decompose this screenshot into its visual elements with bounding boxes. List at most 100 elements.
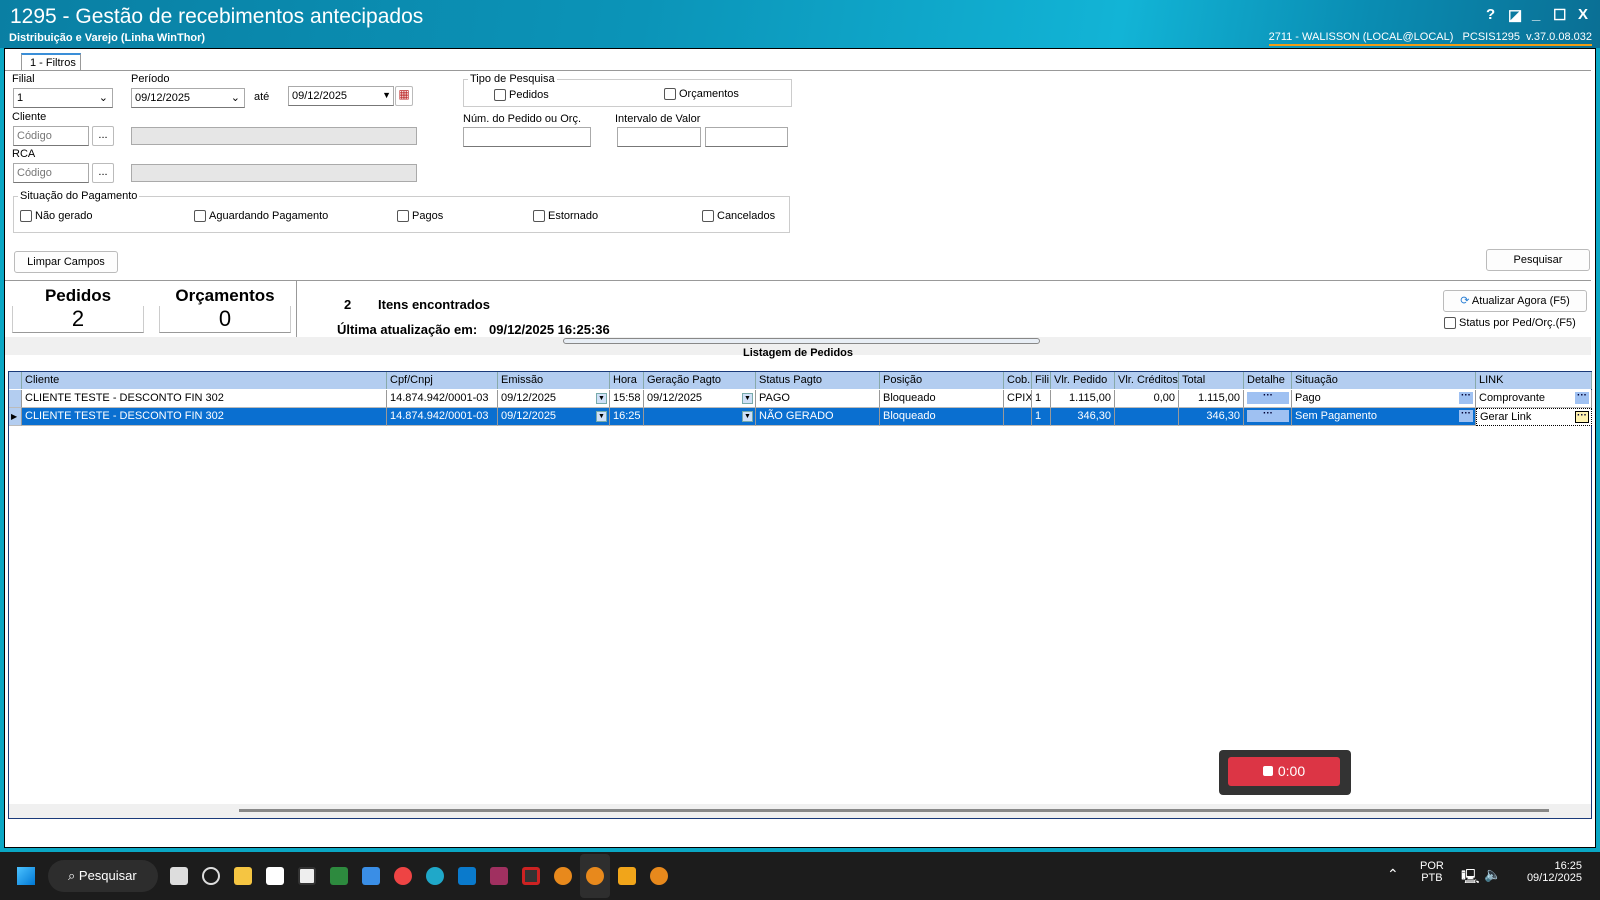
column-header-cpf[interactable]: Cpf/Cnpj (387, 372, 498, 389)
cell-fili: 1 (1032, 390, 1051, 408)
pedidos-checkbox[interactable]: Pedidos (494, 89, 549, 102)
network-icon[interactable]: 🖳 (1461, 866, 1480, 890)
dropdown-arrow-icon[interactable]: ▼ (596, 411, 607, 422)
column-header-link[interactable]: LINK (1476, 372, 1592, 389)
close-button[interactable]: X (1578, 6, 1588, 23)
help-button[interactable]: ? (1486, 6, 1495, 23)
notion-icon[interactable] (298, 867, 316, 885)
winthor-icon[interactable] (586, 867, 604, 885)
cell-cob-text: CPIX (1007, 392, 1032, 404)
windows-start-icon[interactable] (17, 867, 35, 885)
cell-vlr_pedido-text: 346,30 (1077, 410, 1111, 422)
dropdown-arrow-icon[interactable]: ▼ (742, 411, 753, 422)
app-icon[interactable] (522, 867, 540, 885)
column-header-total[interactable]: Total (1179, 372, 1244, 389)
cliente-lookup-button[interactable]: ... (92, 126, 114, 146)
detalhe-button[interactable]: ··· (1247, 391, 1289, 404)
cell-link[interactable]: Comprovante ··· (1476, 390, 1592, 408)
stop-recording-button[interactable]: 0:00 (1228, 757, 1340, 786)
app-title: 1295 - Gestão de recebimentos antecipado… (10, 5, 424, 28)
cell-geracao[interactable]: ▼ (644, 408, 756, 426)
winthor-icon[interactable] (650, 867, 668, 885)
situacao-ellipsis-button[interactable]: ··· (1459, 391, 1473, 404)
cancelados-checkbox[interactable]: Cancelados (702, 210, 775, 223)
rca-lookup-button[interactable]: ... (92, 163, 114, 183)
cell-emissao[interactable]: 09/12/2025 ▼ (498, 390, 610, 408)
row-indicator[interactable] (9, 390, 22, 408)
splitter-handle[interactable] (563, 338, 1040, 344)
column-header-detalhe[interactable]: Detalhe (1244, 372, 1292, 389)
minimize-button[interactable]: _ (1532, 6, 1540, 23)
cell-emissao[interactable]: 09/12/2025 ▼ (498, 408, 610, 426)
store-icon[interactable] (266, 867, 284, 885)
orcamentos-count-label: Orçamentos (175, 286, 275, 305)
maximize-button[interactable]: ☐ (1553, 6, 1566, 24)
clock[interactable]: 16:25 09/12/2025 (1516, 860, 1582, 884)
app-icon[interactable] (618, 867, 636, 885)
row-indicator[interactable]: ▶ (9, 408, 22, 426)
file-explorer-icon[interactable] (234, 867, 252, 885)
aguardando-checkbox[interactable]: Aguardando Pagamento (194, 210, 328, 223)
column-header-hora[interactable]: Hora (610, 372, 644, 389)
link-ellipsis-button[interactable]: ··· (1575, 391, 1589, 404)
scrollbar-thumb[interactable] (239, 809, 1549, 812)
periodo-to-input[interactable]: 09/12/2025 ▼ (288, 86, 394, 106)
chrome-icon[interactable] (394, 867, 412, 885)
link-ellipsis-button[interactable]: ··· (1575, 411, 1589, 423)
periodo-from-select[interactable]: 09/12/2025 ⌄ (131, 88, 245, 108)
chevron-down-icon: ⌄ (230, 92, 240, 104)
winthor-icon[interactable] (554, 867, 572, 885)
pagos-checkbox[interactable]: Pagos (397, 210, 443, 223)
cell-geracao[interactable]: 09/12/2025 ▼ (644, 390, 756, 408)
taskbar-search[interactable]: ⌕ Pesquisar (48, 860, 158, 892)
column-header-status[interactable]: Status Pagto (756, 372, 880, 389)
valor-max-input[interactable] (705, 127, 788, 147)
calendar-icon[interactable]: ▦ (395, 86, 413, 106)
detalhe-button[interactable]: ··· (1247, 409, 1289, 422)
vscode-icon[interactable] (458, 867, 476, 885)
column-header-fili[interactable]: Fili (1032, 372, 1051, 389)
task-view-icon[interactable] (170, 867, 188, 885)
cell-situacao[interactable]: Sem Pagamento ··· (1292, 408, 1476, 426)
column-header-geracao[interactable]: Geração Pagto (644, 372, 756, 389)
dropdown-arrow-icon[interactable]: ▼ (596, 393, 607, 404)
restore-icon-button[interactable]: ◪ (1508, 6, 1522, 24)
volume-icon[interactable]: 🔈 (1484, 866, 1501, 883)
app-icon[interactable] (362, 867, 380, 885)
filial-value: 1 (17, 92, 24, 104)
cell-total-text: 346,30 (1206, 410, 1240, 422)
atualizar-agora-button[interactable]: ⟳ Atualizar Agora (F5) (1443, 290, 1587, 312)
pesquisar-button[interactable]: Pesquisar (1486, 249, 1590, 271)
column-header-vlr_creditos[interactable]: Vlr. Créditos (1115, 372, 1179, 389)
column-header-cob[interactable]: Cob. (1004, 372, 1032, 389)
status-por-ped-checkbox[interactable]: Status por Ped/Orç.(F5) (1444, 317, 1576, 330)
cell-link[interactable]: Gerar Link ··· (1476, 408, 1592, 426)
filial-select[interactable]: 1 ⌄ (13, 88, 113, 108)
column-header-emissao[interactable]: Emissão (498, 372, 610, 389)
app-icon[interactable] (330, 867, 348, 885)
rca-code-input[interactable]: Código (13, 163, 89, 183)
chatgpt-icon[interactable] (202, 867, 220, 885)
orcamentos-checkbox[interactable]: Orçamentos (664, 88, 739, 101)
nao-gerado-checkbox[interactable]: Não gerado (20, 210, 93, 223)
cliente-code-input[interactable]: Código (13, 126, 89, 146)
orders-grid: Cliente Cpf/Cnpj Emissão Hora Geração Pagto S… (8, 371, 1592, 819)
num-pedido-input[interactable] (463, 127, 591, 147)
limpar-campos-button[interactable]: Limpar Campos (14, 251, 118, 273)
app-icon[interactable] (490, 867, 508, 885)
column-header-cliente[interactable]: Cliente (22, 372, 387, 389)
tray-chevron-up-icon[interactable]: ⌃ (1387, 866, 1399, 883)
dropdown-arrow-icon[interactable]: ▼ (742, 393, 753, 404)
column-header-vlr_pedido[interactable]: Vlr. Pedido (1051, 372, 1115, 389)
tab-filtros[interactable]: 1 - Filtros (21, 53, 81, 71)
edge-icon[interactable] (426, 867, 444, 885)
valor-min-input[interactable] (617, 127, 701, 147)
column-header-situacao[interactable]: Situação (1292, 372, 1476, 389)
language-indicator[interactable]: POR PTB (1420, 860, 1444, 884)
horizontal-scrollbar[interactable] (9, 804, 1591, 818)
estornado-checkbox[interactable]: Estornado (533, 210, 598, 223)
cell-situacao[interactable]: Pago ··· (1292, 390, 1476, 408)
cell-hora-text: 16:25 (613, 410, 641, 422)
column-header-posicao[interactable]: Posição (880, 372, 1004, 389)
situacao-ellipsis-button[interactable]: ··· (1459, 409, 1473, 422)
